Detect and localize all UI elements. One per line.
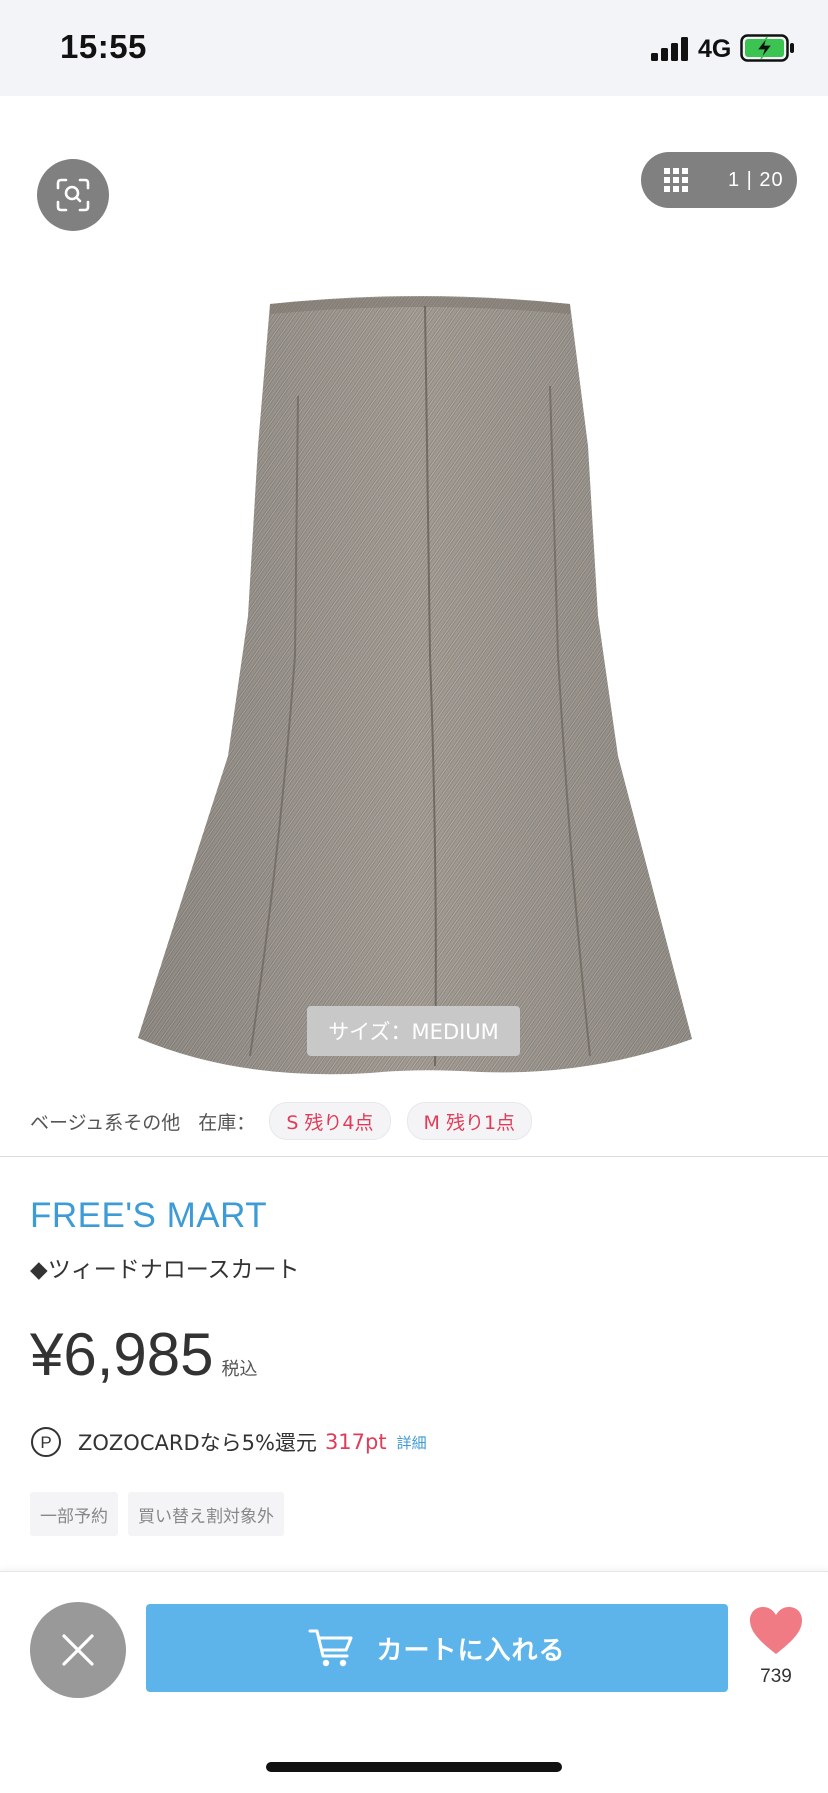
product-image-area[interactable]: 1 | 20 サイズ：MEDIUM	[0, 96, 828, 1096]
points-p-icon: P	[31, 1427, 61, 1457]
tag-partial-reservation: 一部予約	[30, 1492, 118, 1536]
network-label: 4G	[698, 35, 732, 63]
gallery-counter: 1 | 20	[728, 168, 784, 191]
size-badge: サイズ：MEDIUM	[307, 1006, 520, 1056]
tag-trade-in-excluded: 買い替え割対象外	[128, 1492, 284, 1536]
favorite-count: 739	[760, 1666, 792, 1687]
points-value: 317pt	[324, 1430, 387, 1454]
product-photo-skirt[interactable]	[120, 196, 720, 1096]
status-time: 15:55	[60, 28, 147, 65]
bottom-action-bar: カートに入れる 739	[0, 1571, 828, 1793]
visual-search-icon	[56, 178, 90, 212]
zozocard-points-row: P ZOZOCARDなら5%還元 317pt 詳細	[30, 1426, 427, 1458]
color-name: ベージュ系その他	[30, 1111, 181, 1134]
visual-search-button[interactable]	[37, 159, 109, 231]
product-name: ◆ツィードナロースカート	[30, 1257, 300, 1283]
details-link[interactable]: 詳細	[397, 1432, 427, 1453]
stock-label: 在庫：	[198, 1111, 256, 1134]
close-x-icon	[62, 1634, 94, 1666]
heart-icon	[750, 1607, 802, 1654]
status-bar: 15:55 4G	[0, 0, 828, 96]
battery-charging-icon	[740, 34, 794, 62]
add-to-cart-label: カートに入れる	[376, 1635, 566, 1666]
close-button[interactable]	[30, 1602, 126, 1698]
stock-chip-m[interactable]: M 残り1点	[406, 1102, 533, 1140]
tags-row: 一部予約 買い替え割対象外	[30, 1492, 294, 1536]
stock-row: ベージュ系その他 在庫： S 残り4点 M 残り1点	[30, 1102, 548, 1140]
favorite-button[interactable]: 739	[746, 1606, 806, 1696]
zozocard-text: ZOZOCARDなら5%還元	[78, 1431, 317, 1455]
tax-label: 税込	[221, 1359, 258, 1380]
signal-bars-icon	[651, 37, 688, 61]
divider	[0, 1156, 828, 1157]
brand-name-link[interactable]: FREE'S MART	[30, 1196, 267, 1236]
stock-chip-s[interactable]: S 残り4点	[269, 1102, 391, 1140]
price-value: ¥6,985	[30, 1321, 214, 1388]
grid-icon	[664, 168, 688, 192]
add-to-cart-button[interactable]: カートに入れる	[146, 1604, 728, 1692]
cart-icon	[308, 1629, 353, 1667]
price-row: ¥6,985 税込	[30, 1320, 258, 1389]
home-indicator[interactable]	[266, 1762, 562, 1772]
svg-text:P: P	[40, 1433, 51, 1452]
